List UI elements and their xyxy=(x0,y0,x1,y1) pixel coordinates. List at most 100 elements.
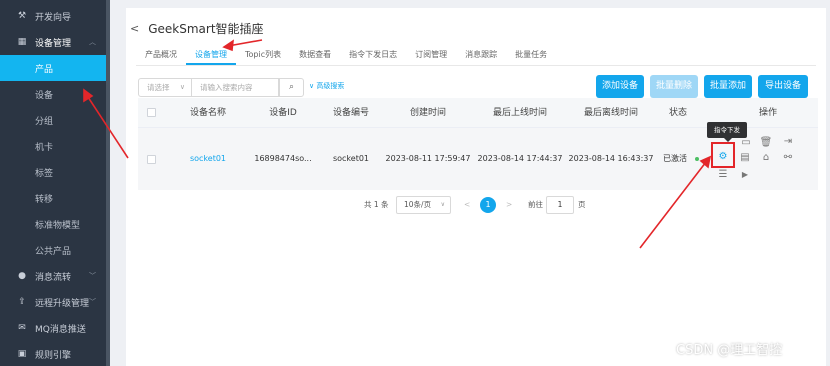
main-panel: < GeekSmart智能插座 产品概况 设备管理 Topic列表 数据查看 指… xyxy=(126,8,826,366)
page-number-current[interactable]: 1 xyxy=(480,197,496,213)
grid-icon: ▦ xyxy=(17,37,27,47)
export-device-button[interactable]: 导出设备 xyxy=(758,75,808,98)
page-header: < GeekSmart智能插座 xyxy=(130,20,264,37)
chevron-down-icon: ﹀ xyxy=(89,272,96,280)
sidebar-item-label: 产品 xyxy=(35,64,54,75)
device-name-link[interactable]: socket01 xyxy=(178,128,238,190)
sidebar-item-standard-model[interactable]: 标准物模型 xyxy=(0,211,106,237)
sidebar-item-label: 规则引擎 xyxy=(35,350,72,361)
login-icon[interactable]: ⇥ xyxy=(781,135,795,149)
column-header: 操作 xyxy=(758,108,777,118)
sidebar-item-label: 远程升级管理 xyxy=(35,298,90,309)
sidebar-item-label: MQ消息推送 xyxy=(35,324,86,335)
device-id: 16898474so... xyxy=(254,154,312,163)
goto-page-input[interactable]: 1 xyxy=(546,196,574,214)
column-header: 状态 xyxy=(668,108,687,118)
status-cell: 已激活 xyxy=(654,128,708,190)
prev-page-icon[interactable]: < xyxy=(464,196,470,214)
share-icon[interactable]: ⚯ xyxy=(781,151,795,165)
sidebar-item-label: 设备管理 xyxy=(35,38,72,49)
sidebar-item-label: 设备 xyxy=(35,90,54,101)
chevron-down-icon: ∨ xyxy=(309,82,315,90)
search-input[interactable]: 请输入搜索内容 xyxy=(192,78,279,97)
status-badge: 已激活 xyxy=(663,154,687,163)
created-time: 2023-08-11 17:59:47 xyxy=(385,154,471,163)
sidebar-item-public-product[interactable]: 公共产品 xyxy=(0,237,106,263)
batch-add-button[interactable]: 批量添加 xyxy=(704,75,752,98)
back-arrow-icon[interactable]: < xyxy=(130,22,139,35)
filter-select-value: 请选择 xyxy=(147,83,170,92)
message-icon: ✉ xyxy=(18,323,26,333)
tab-command-log[interactable]: 指令下发日志 xyxy=(340,48,406,65)
sidebar-item-label: 机卡 xyxy=(35,142,54,153)
list-icon[interactable]: ☰ xyxy=(716,168,730,182)
sidebar-item-label: 标签 xyxy=(35,168,54,179)
sidebar: ⚒ 开发向导 ▦ 设备管理 ︿ 产品 设备 分组 机卡 标签 转移 标准物模型 … xyxy=(0,0,106,366)
sidebar-item-rule-engine[interactable]: ▣ 规则引擎 xyxy=(0,341,106,366)
goto-label: 前往 xyxy=(528,200,543,209)
sidebar-item-tag[interactable]: 标签 xyxy=(0,159,106,185)
column-header: 最后离线时间 xyxy=(583,108,638,118)
annotation-highlight-box xyxy=(711,142,735,168)
tab-product-overview[interactable]: 产品概况 xyxy=(136,48,186,65)
last-online-time: 2023-08-14 17:44:37 xyxy=(477,154,563,163)
flow-icon: ● xyxy=(18,271,26,281)
sidebar-item-device[interactable]: 设备 xyxy=(0,81,106,107)
sidebar-item-label: 标准物模型 xyxy=(35,220,81,231)
sidebar-item-transfer[interactable]: 转移 xyxy=(0,185,106,211)
device-code: socket01 xyxy=(332,154,370,163)
sidebar-item-label: 公共产品 xyxy=(35,246,72,257)
page-title: GeekSmart智能插座 xyxy=(148,22,264,36)
row-checkbox[interactable] xyxy=(147,155,156,164)
detail-icon[interactable]: ▭ xyxy=(739,136,753,150)
column-header: 创建时间 xyxy=(409,108,446,118)
sidebar-item-group[interactable]: 分组 xyxy=(0,107,106,133)
next-page-icon[interactable]: > xyxy=(506,196,512,214)
search-input-placeholder: 请输入搜索内容 xyxy=(200,83,253,92)
tooltip: 指令下发 xyxy=(707,122,747,142)
tab-topic-list[interactable]: Topic列表 xyxy=(236,48,290,65)
chevron-down-icon: ∨ xyxy=(440,201,445,208)
batch-delete-button[interactable]: 批量删除 xyxy=(650,75,698,98)
add-device-button[interactable]: 添加设备 xyxy=(596,75,644,98)
sidebar-scrollbar[interactable] xyxy=(106,0,110,366)
page-suffix: 页 xyxy=(578,200,586,209)
tab-batch-task[interactable]: 批量任务 xyxy=(506,48,556,65)
sidebar-item-product[interactable]: 产品 xyxy=(0,55,106,81)
sidebar-item-device-mgmt[interactable]: ▦ 设备管理 ︿ xyxy=(0,29,106,55)
column-header: 设备名称 xyxy=(189,108,226,118)
upgrade-icon: ⇪ xyxy=(18,297,26,307)
filter-select[interactable]: 请选择 ∨ xyxy=(138,78,192,97)
bookmark-icon[interactable]: ⌂ xyxy=(759,151,773,165)
page-size-select[interactable]: 10条/页 ∨ xyxy=(396,196,451,214)
sidebar-item-mq-push[interactable]: ✉ MQ消息推送 xyxy=(0,315,106,341)
watermark: CSDN @理工智控 xyxy=(676,343,783,358)
sidebar-item-remote-upgrade[interactable]: ⇪ 远程升级管理 ﹀ xyxy=(0,289,106,315)
tab-subscription[interactable]: 订阅管理 xyxy=(406,48,456,65)
tab-message-trace[interactable]: 消息跟踪 xyxy=(456,48,506,65)
status-dot xyxy=(695,156,699,161)
column-header: 设备ID xyxy=(269,108,297,118)
sidebar-item-label: 分组 xyxy=(35,116,54,127)
sidebar-item-dev-guide[interactable]: ⚒ 开发向导 xyxy=(0,3,106,29)
delete-icon[interactable]: 🗑 xyxy=(759,136,773,150)
column-header: 最后上线时间 xyxy=(492,108,547,118)
chevron-down-icon: ﹀ xyxy=(89,298,96,306)
last-offline-time: 2023-08-14 16:43:37 xyxy=(568,154,654,163)
search-button[interactable]: ⌕ xyxy=(279,78,304,97)
sidebar-item-sim[interactable]: 机卡 xyxy=(0,133,106,159)
rule-icon: ▣ xyxy=(17,349,27,359)
tab-device-mgmt[interactable]: 设备管理 xyxy=(186,48,236,65)
chevron-up-icon: ︿ xyxy=(89,38,96,46)
chevron-down-icon: ∨ xyxy=(179,83,185,91)
select-all-checkbox[interactable] xyxy=(147,108,156,117)
page-size-value: 10条/页 xyxy=(404,200,432,209)
sidebar-item-message-flow[interactable]: ● 消息流转 ﹀ xyxy=(0,263,106,289)
tab-bar: 产品概况 设备管理 Topic列表 数据查看 指令下发日志 订阅管理 消息跟踪 … xyxy=(136,48,556,65)
tab-divider xyxy=(136,65,816,66)
sidebar-item-label: 开发向导 xyxy=(35,12,72,23)
tab-data-view[interactable]: 数据查看 xyxy=(290,48,340,65)
advanced-search-link[interactable]: ∨ 高级搜索 xyxy=(309,81,344,91)
log-icon[interactable]: ▤ xyxy=(738,151,752,165)
play-icon[interactable]: ▶ xyxy=(738,168,752,182)
